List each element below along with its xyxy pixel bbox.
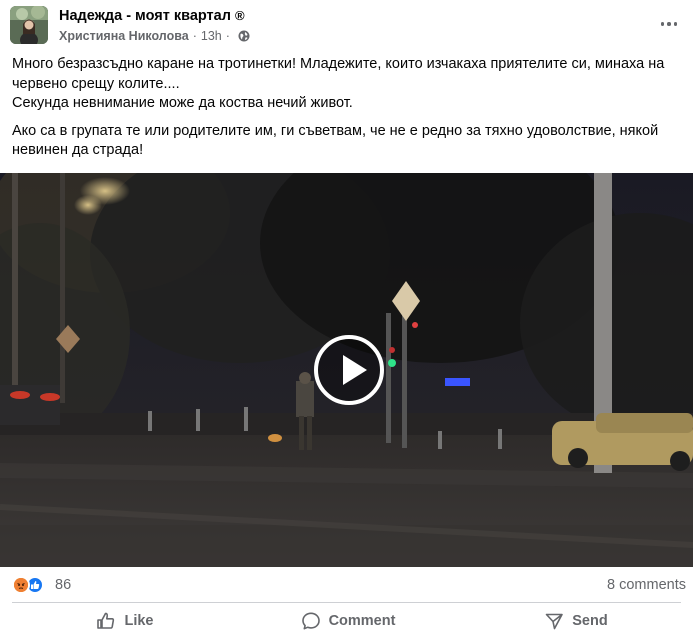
post-time[interactable]: 13h (201, 29, 222, 43)
post-text-line: Много безразсъдно каране на тротинетки! … (12, 56, 665, 72)
more-dot-icon (667, 22, 671, 26)
comment-label: Comment (328, 612, 396, 629)
like-label: Like (124, 612, 154, 629)
thumbs-up-icon (97, 612, 115, 629)
comment-icon (301, 612, 320, 629)
post-header: Надежда - моят квартал ® Християна Николо… (0, 0, 693, 52)
group-avatar[interactable] (10, 6, 48, 44)
reactions-bar: 86 8 comments (0, 567, 693, 603)
send-button[interactable]: Send (540, 604, 612, 637)
divider (12, 602, 681, 603)
send-label: Send (572, 612, 608, 629)
comment-button[interactable]: Comment (298, 604, 398, 637)
post-text-line: Ако са в групата те или родителите им, г… (12, 122, 659, 139)
more-dot-icon (673, 22, 678, 26)
send-icon (545, 613, 564, 629)
post-paragraph-2: Ако са в групата те или родителите им, г… (12, 122, 684, 161)
action-bar: Like Comment Send (0, 604, 693, 637)
group-name[interactable]: Надежда - моят квартал (59, 8, 231, 24)
post-text-line: Секунда невнимание може да коства нечий … (12, 95, 353, 111)
post-text-line: червено срещу колите.... (12, 75, 180, 92)
post-paragraph-1: Много безразсъдно каране на тротинетки! … (12, 55, 684, 114)
author-name[interactable]: Християна Николова (59, 29, 189, 43)
post-meta: Християна Николова · 13h · (59, 29, 250, 43)
more-dot-icon (660, 22, 665, 26)
post-text-line: невинен да страда! (12, 142, 144, 158)
group-badge: ® (234, 8, 245, 23)
comments-count[interactable]: 8 comments (607, 577, 686, 593)
play-icon[interactable] (314, 335, 384, 405)
group-name-link[interactable]: Надежда - моят квартал ® (59, 8, 245, 24)
reaction-icons[interactable] (12, 576, 44, 594)
meta-separator: · (192, 29, 197, 43)
globe-icon (238, 30, 250, 42)
meta-separator-2: · (225, 29, 230, 43)
reaction-count[interactable]: 86 (55, 577, 71, 593)
more-options-button[interactable] (657, 12, 681, 36)
post-body: Много безразсъдно каране на тротинетки! … (12, 55, 684, 169)
like-button[interactable]: Like (90, 604, 160, 637)
angry-icon (12, 576, 30, 594)
